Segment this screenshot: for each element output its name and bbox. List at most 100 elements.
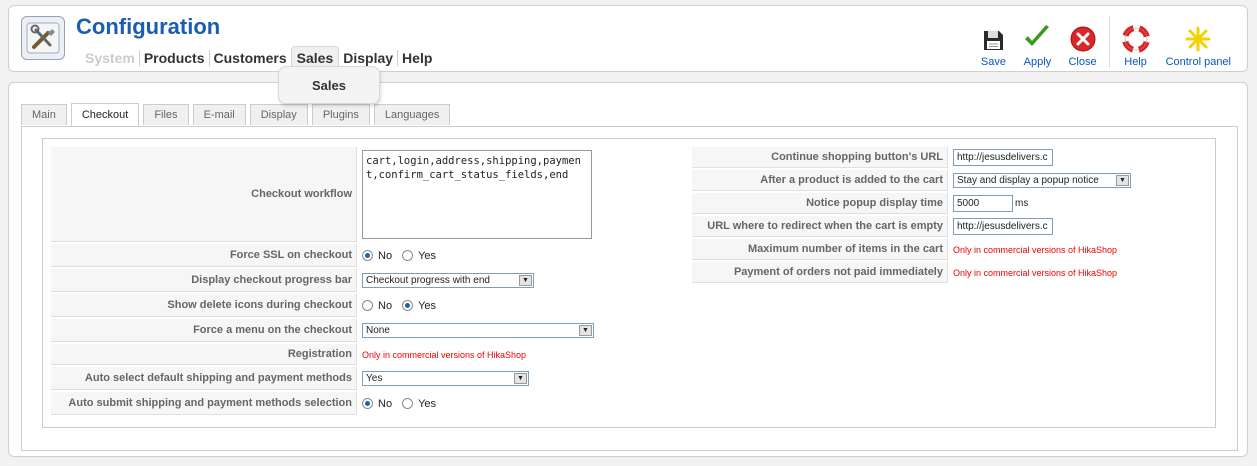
force-ssl-no-radio[interactable] — [362, 250, 373, 261]
help-label: Help — [1124, 56, 1147, 68]
menu-products[interactable]: Products — [138, 50, 209, 66]
auto-select-select[interactable]: Yes ▼ — [362, 371, 529, 386]
delete-icons-yes-radio[interactable] — [402, 300, 414, 311]
main-menu: System Products Customers Sales Display … — [81, 46, 436, 70]
tab-checkout[interactable]: Checkout — [70, 103, 140, 126]
checkout-workflow-textarea[interactable]: cart,login,address,shipping,payment,conf… — [362, 150, 592, 239]
auto-submit-radio-group: No Yes — [362, 398, 594, 410]
auto-submit-no-radio[interactable] — [362, 398, 373, 409]
after-add-value: Stay and display a popup notice — [957, 175, 1099, 186]
delete-icons-radio-group: No Yes — [362, 300, 594, 312]
checkout-workflow-label: Checkout workflow — [51, 147, 357, 242]
tab-plugins[interactable]: Plugins — [311, 104, 370, 125]
unpaid-orders-commercial-note: Only in commercial versions of HikaShop — [953, 267, 1118, 278]
sales-dropdown-item[interactable]: Sales — [278, 66, 380, 104]
tab-email[interactable]: E-mail — [192, 104, 246, 125]
auto-submit-label: Auto submit shipping and payment methods… — [51, 392, 357, 415]
row-popup-time: Notice popup display time 5000 ms — [692, 193, 1131, 214]
row-unpaid-orders: Payment of orders not paid immediately O… — [692, 262, 1131, 283]
chevron-down-icon: ▼ — [514, 373, 527, 384]
force-ssl-label: Force SSL on checkout — [51, 244, 357, 267]
left-config-table: Checkout workflow cart,login,address,shi… — [51, 145, 594, 417]
popup-time-input[interactable]: 5000 — [953, 194, 1013, 212]
header-panel: Configuration System Products Customers … — [8, 5, 1248, 72]
chevron-down-icon: ▼ — [579, 325, 592, 336]
checkout-fieldset: Checkout workflow cart,login,address,shi… — [42, 138, 1216, 428]
content-panel: Main Checkout Files E-mail Display Plugi… — [8, 82, 1248, 457]
apply-button[interactable]: Apply — [1014, 16, 1060, 68]
menu-display[interactable]: Display — [339, 50, 397, 66]
chevron-down-icon: ▼ — [519, 275, 532, 286]
registration-commercial-note: Only in commercial versions of HikaShop — [362, 349, 527, 360]
row-force-ssl: Force SSL on checkout No Yes — [51, 244, 594, 267]
row-checkout-workflow: Checkout workflow cart,login,address,shi… — [51, 147, 594, 242]
close-icon — [1070, 26, 1095, 52]
auto-select-label: Auto select default shipping and payment… — [51, 367, 357, 390]
force-ssl-yes-label: Yes — [418, 249, 437, 262]
menu-system[interactable]: System — [81, 50, 139, 66]
force-ssl-no-label: No — [378, 249, 393, 262]
control-panel-label: Control panel — [1165, 56, 1231, 68]
row-force-menu: Force a menu on the checkout None ▼ — [51, 319, 594, 342]
after-add-select[interactable]: Stay and display a popup notice ▼ — [953, 173, 1131, 188]
row-delete-icons: Show delete icons during checkout No Yes — [51, 294, 594, 317]
toolbar-divider — [1108, 16, 1110, 68]
row-max-items: Maximum number of items in the cart Only… — [692, 239, 1131, 260]
tab-body: Checkout workflow cart,login,address,shi… — [21, 126, 1238, 451]
registration-label: Registration — [51, 344, 357, 365]
popup-time-unit: ms — [1015, 197, 1029, 209]
row-after-add: After a product is added to the cart Sta… — [692, 170, 1131, 191]
tab-languages[interactable]: Languages — [373, 104, 451, 125]
close-button[interactable]: Close — [1060, 16, 1104, 68]
delete-icons-label: Show delete icons during checkout — [51, 294, 357, 317]
empty-redirect-input[interactable]: http://jesusdelivers.c — [953, 218, 1053, 235]
auto-submit-yes-radio[interactable] — [402, 398, 414, 409]
control-panel-button[interactable]: Control panel — [1158, 16, 1239, 68]
unpaid-orders-label: Payment of orders not paid immediately — [692, 262, 948, 283]
row-empty-redirect: URL where to redirect when the cart is e… — [692, 216, 1131, 237]
chevron-down-icon: ▼ — [1116, 175, 1129, 186]
empty-redirect-label: URL where to redirect when the cart is e… — [692, 216, 948, 237]
max-items-commercial-note: Only in commercial versions of HikaShop — [953, 244, 1118, 255]
tab-files[interactable]: Files — [143, 104, 189, 125]
lifebuoy-icon — [1121, 25, 1150, 53]
delete-icons-yes-label: Yes — [418, 299, 437, 312]
tab-main[interactable]: Main — [21, 104, 67, 125]
row-auto-select: Auto select default shipping and payment… — [51, 367, 594, 390]
save-button[interactable]: Save — [972, 16, 1014, 68]
close-label: Close — [1068, 56, 1097, 68]
max-items-label: Maximum number of items in the cart — [692, 239, 948, 260]
force-menu-select[interactable]: None ▼ — [362, 323, 594, 338]
row-registration: Registration Only in commercial versions… — [51, 344, 594, 365]
checkmark-icon — [1025, 25, 1050, 46]
auto-submit-no-label: No — [378, 397, 393, 410]
right-config-table: Continue shopping button's URL http://je… — [692, 145, 1131, 285]
continue-url-input[interactable]: http://jesusdelivers.c — [953, 149, 1053, 166]
row-progress-bar: Display checkout progress bar Checkout p… — [51, 269, 594, 292]
auto-select-value: Yes — [366, 373, 383, 384]
row-continue-url: Continue shopping button's URL http://je… — [692, 147, 1131, 168]
force-ssl-yes-radio[interactable] — [402, 250, 414, 261]
apply-label: Apply — [1023, 56, 1052, 68]
progress-bar-select[interactable]: Checkout progress with end ▼ — [362, 273, 534, 288]
continue-url-label: Continue shopping button's URL — [692, 147, 948, 168]
toolbar: Save Apply Close Help Control panel — [972, 16, 1239, 68]
popup-time-label: Notice popup display time — [692, 193, 948, 214]
force-menu-value: None — [366, 325, 390, 336]
page-title: Configuration — [76, 14, 221, 39]
tab-display[interactable]: Display — [249, 104, 308, 125]
row-auto-submit: Auto submit shipping and payment methods… — [51, 392, 594, 415]
auto-submit-yes-label: Yes — [418, 397, 437, 410]
tab-bar: Main Checkout Files E-mail Display Plugi… — [21, 103, 454, 126]
force-ssl-radio-group: No Yes — [362, 250, 594, 262]
menu-customers[interactable]: Customers — [208, 50, 291, 66]
force-menu-label: Force a menu on the checkout — [51, 319, 357, 342]
delete-icons-no-radio[interactable] — [362, 300, 373, 311]
menu-help[interactable]: Help — [397, 50, 436, 66]
configuration-tools-icon — [21, 16, 65, 60]
progress-bar-label: Display checkout progress bar — [51, 269, 357, 292]
sparkle-icon — [1185, 26, 1211, 52]
progress-bar-value: Checkout progress with end — [366, 275, 490, 286]
floppy-disk-icon — [984, 31, 1004, 50]
help-button[interactable]: Help — [1114, 16, 1158, 68]
